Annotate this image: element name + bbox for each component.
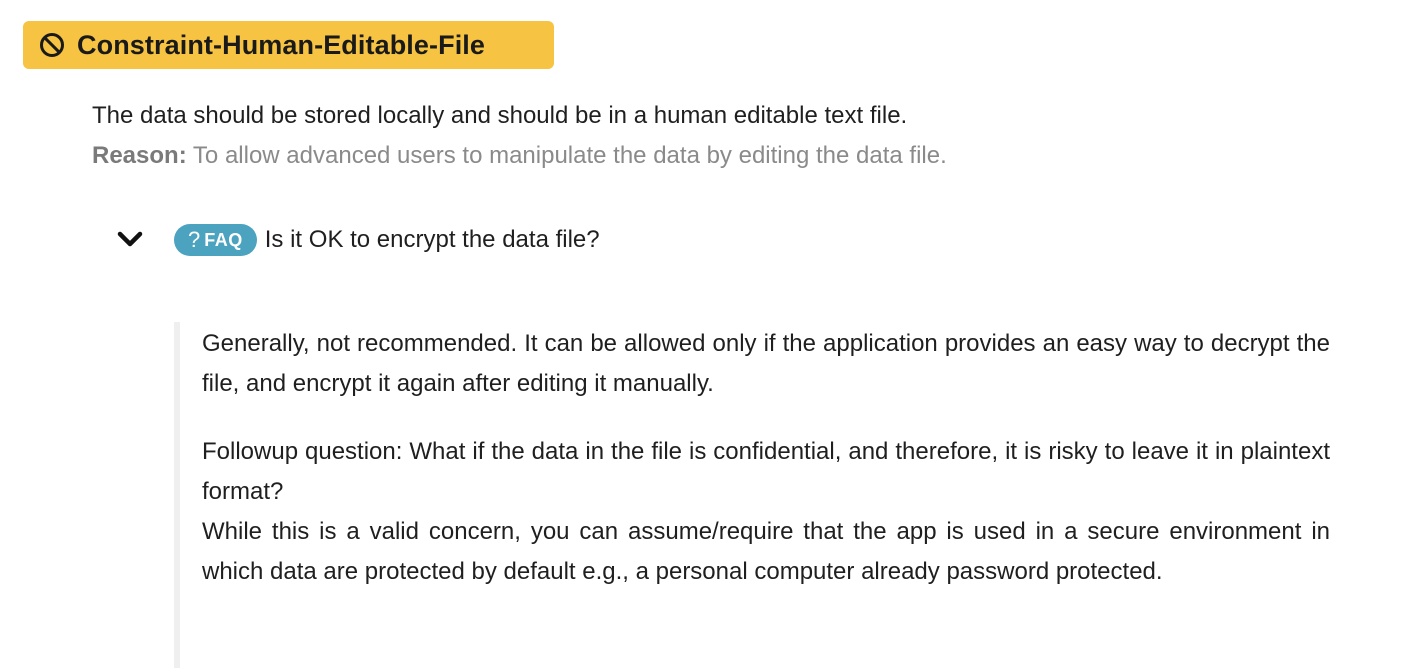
reason-text: To allow advanced users to manipulate th…: [186, 142, 947, 169]
ban-icon: [39, 32, 65, 58]
constraint-reason: Reason: To allow advanced users to manip…: [92, 140, 947, 172]
faq-answer: Generally, not recommended. It can be al…: [174, 322, 1330, 668]
constraint-title: Constraint-Human-Editable-File: [77, 29, 486, 60]
faq-badge-label: FAQ: [204, 229, 243, 250]
faq-badge: ? FAQ: [174, 224, 257, 256]
constraint-statement: The data should be stored locally and sh…: [92, 102, 908, 129]
chevron-down-icon[interactable]: [116, 226, 144, 254]
faq-row[interactable]: ? FAQ Is it OK to encrypt the data file?: [116, 220, 600, 260]
question-mark-icon: ?: [188, 227, 201, 252]
constraint-badge: Constraint-Human-Editable-File: [23, 21, 554, 69]
page: Constraint-Human-Editable-File The data …: [0, 0, 1414, 668]
reason-label: Reason:: [92, 142, 187, 169]
faq-question[interactable]: Is it OK to encrypt the data file?: [265, 226, 600, 254]
followup-answer: While this is a valid concern, you can a…: [202, 518, 1330, 585]
followup-question: Followup question: What if the data in t…: [202, 438, 1330, 505]
answer-paragraph: Generally, not recommended. It can be al…: [202, 330, 1330, 397]
